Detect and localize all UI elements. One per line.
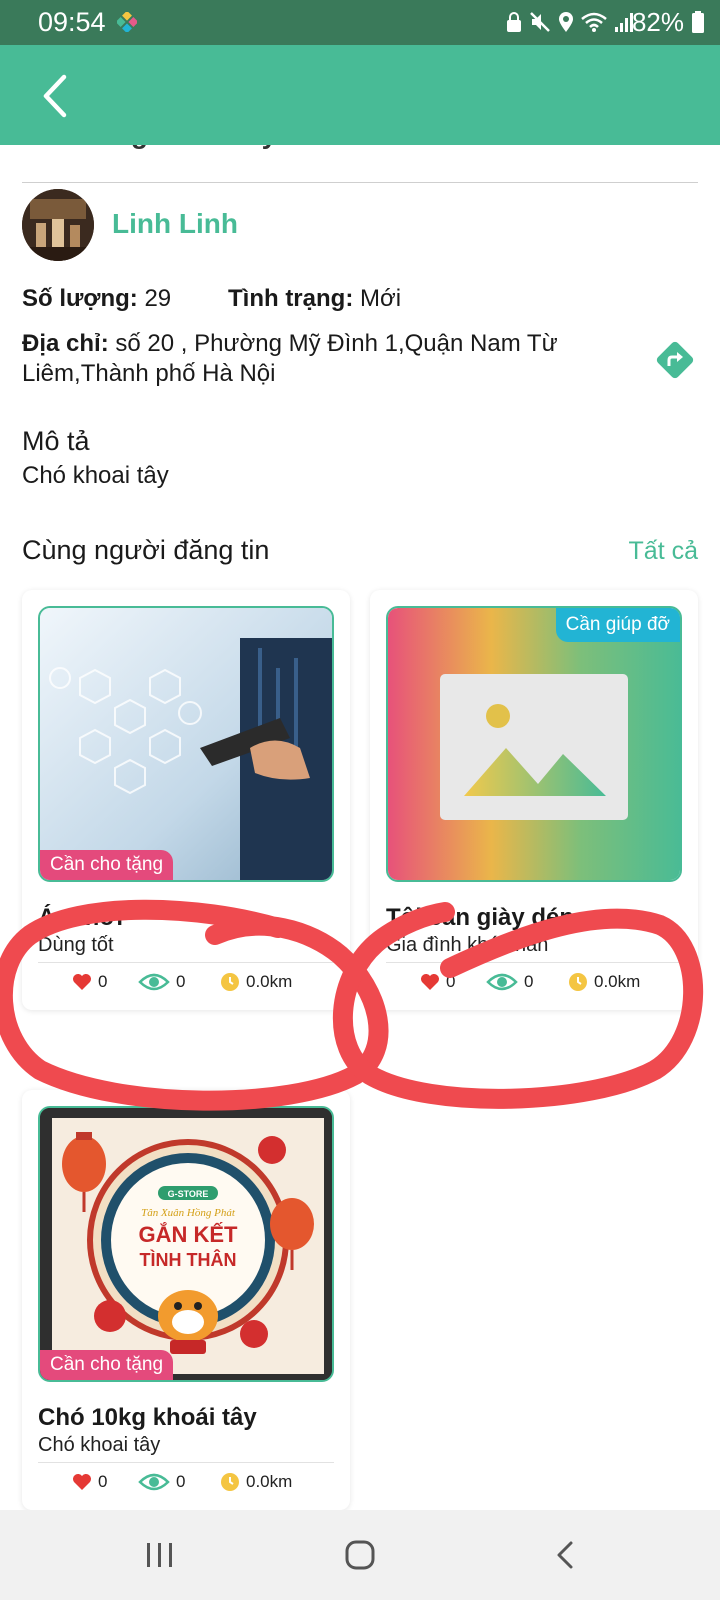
see-all-link[interactable]: Tất cả [629,537,698,566]
app-bar [0,45,720,145]
chevron-left-icon [43,74,67,118]
listing-stats: 0 0 0.0km [370,972,698,998]
seller-avatar[interactable] [22,189,94,261]
back-icon [557,1541,573,1569]
recent-apps-button[interactable] [130,1532,190,1578]
system-back-button[interactable] [535,1532,595,1578]
listing-subtitle: Chó khoai tây [38,1434,161,1456]
quantity-value: 29 [144,285,172,312]
poster-subtitle: Tân Xuân Hồng Phát [141,1207,236,1219]
divider [38,1462,334,1463]
likes-stat: 0 [72,972,107,992]
likes-count: 0 [98,1472,108,1491]
views-count: 0 [524,972,534,991]
location-icon [559,12,573,32]
listing-card[interactable]: Cần cho tặng Áo thời Dùng tốt 0 0 0.0km [22,590,350,1010]
listing-image: Cần giúp đỡ [386,606,682,882]
section-title: Cùng người đăng tin [22,535,270,565]
home-icon [345,1540,375,1570]
distance-value: 0.0km [246,972,293,991]
system-nav-bar [0,1510,720,1600]
wifi-icon [581,12,607,32]
back-button[interactable] [30,71,80,121]
distance-stat: 0.0km [220,1472,292,1492]
heart-icon [73,974,91,990]
condition-row: Tình trạng: Mới [228,285,401,313]
description-text: Chó khoai tây [22,462,169,489]
app-notification-icon [117,12,137,32]
directions-icon[interactable] [655,340,695,380]
quantity-row: Số lượng: 29 [22,285,171,313]
listing-stats: 0 0 0.0km [22,1472,350,1498]
likes-count: 0 [98,972,108,991]
eye-icon [486,973,518,991]
views-stat: 0 [486,972,533,992]
address-label: Địa chỉ: [22,330,109,357]
listing-image: G-STORE Tân Xuân Hồng Phát GẮN KẾT TÌNH … [38,1106,334,1382]
home-button[interactable] [330,1532,390,1578]
poster-line-2: TÌNH THÂN [140,1249,237,1270]
likes-count: 0 [446,972,456,991]
status-time: 09:54 [38,7,106,37]
screen: Chó 10kg khoai tây Linh Linh Số lượng: 2… [0,0,720,1600]
distance-stat: 0.0km [568,972,640,992]
clock-icon [569,973,587,991]
divider [38,962,334,963]
heart-icon [73,1474,91,1490]
category-tag: Cần giúp đỡ [555,608,680,642]
battery-percent: 82% [631,7,684,37]
distance-stat: 0.0km [220,972,292,992]
condition-label: Tình trạng: [228,285,354,312]
likes-stat: 0 [420,972,455,992]
description-title: Mô tả [22,426,90,456]
views-count: 0 [176,1472,186,1491]
listing-card[interactable]: Cần giúp đỡ Tôi cần giày dép Gia đình kh… [370,590,698,1010]
listing-image: Cần cho tặng [38,606,334,882]
lock-icon [507,12,521,32]
recent-apps-icon [147,1543,172,1567]
category-tag: Cần cho tặng [40,1350,174,1380]
distance-value: 0.0km [594,972,641,991]
poster-brand: G-STORE [168,1189,209,1199]
category-tag: Cần cho tặng [40,850,174,880]
listing-title: Chó 10kg khoái tây [38,1404,257,1431]
views-count: 0 [176,972,186,991]
listing-title: Tôi cần giày dép [386,904,575,931]
eye-icon [138,1473,170,1491]
views-stat: 0 [138,1472,185,1492]
seller-name[interactable]: Linh Linh [112,208,238,240]
status-bar: 09:54 82% [0,0,720,45]
clock-icon [221,1473,239,1491]
listing-stats: 0 0 0.0km [22,972,350,998]
likes-stat: 0 [72,1472,107,1492]
listing-title: Áo thời [38,904,124,931]
listing-subtitle: Dùng tốt [38,934,114,956]
divider [22,182,698,183]
poster-line-1: GẮN KẾT [139,1222,239,1247]
eye-icon [138,973,170,991]
divider [386,962,682,963]
heart-icon [421,974,439,990]
battery-icon [692,11,704,33]
distance-value: 0.0km [246,1472,293,1491]
condition-value: Mới [359,285,402,312]
listing-subtitle: Gia đình khó khăn [386,934,549,956]
quantity-label: Số lượng: [22,285,138,312]
mute-icon [530,12,550,32]
listing-card[interactable]: G-STORE Tân Xuân Hồng Phát GẮN KẾT TÌNH … [22,1090,350,1510]
scroll-content[interactable]: Chó 10kg khoai tây Linh Linh Số lượng: 2… [0,0,720,1510]
views-stat: 0 [138,972,185,992]
clock-icon [221,973,239,991]
address-row: Địa chỉ: số 20 , Phường Mỹ Đình 1,Quận N… [22,329,622,389]
